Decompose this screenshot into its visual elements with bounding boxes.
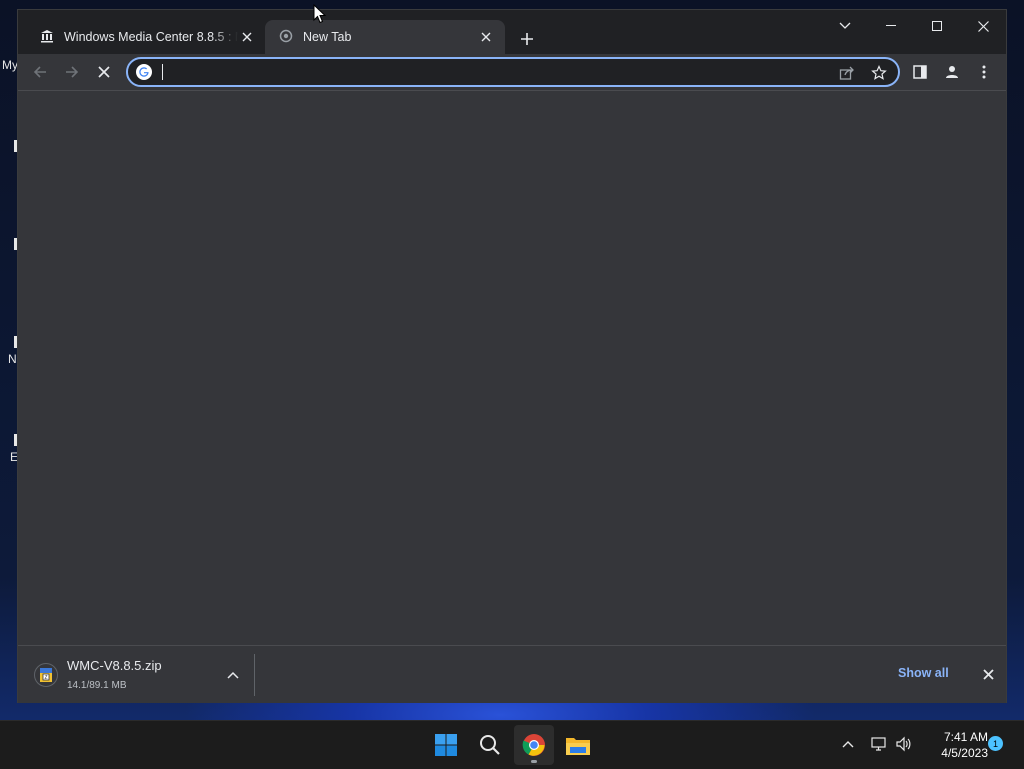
close-window-button[interactable]	[960, 10, 1006, 42]
more-vertical-icon	[982, 65, 986, 79]
minimize-icon	[886, 25, 896, 26]
minimize-button[interactable]	[868, 10, 914, 42]
desktop-icon-label[interactable]: My	[2, 58, 18, 72]
file-explorer-button[interactable]	[558, 725, 598, 765]
plus-icon	[521, 33, 533, 45]
browser-toolbar	[18, 54, 1006, 91]
tab-new-tab[interactable]: New Tab	[265, 20, 505, 54]
browser-window: Windows Media Center 8.8.5 : Mi New Tab	[18, 10, 1006, 703]
tab-title: Windows Media Center 8.8.5 : Mi	[64, 30, 238, 44]
download-item[interactable]: Z WMC-V8.8.5.zip 14.1/89.1 MB	[28, 654, 254, 696]
mouse-cursor-icon	[313, 4, 327, 24]
download-options-button[interactable]	[222, 664, 244, 686]
menu-button[interactable]	[970, 58, 998, 86]
close-icon	[98, 66, 110, 78]
close-icon	[982, 668, 994, 680]
svg-text:Z: Z	[44, 675, 47, 681]
tab-strip: Windows Media Center 8.8.5 : Mi New Tab	[18, 10, 1006, 54]
stop-loading-button[interactable]	[90, 58, 118, 86]
address-input[interactable]	[160, 62, 804, 84]
chrome-loading-icon	[279, 29, 293, 46]
start-button[interactable]	[426, 725, 466, 765]
profile-icon	[946, 66, 958, 78]
close-download-shelf-button[interactable]	[977, 663, 999, 685]
close-icon	[977, 20, 989, 32]
chevron-up-icon	[842, 741, 854, 748]
clock-date: 4/5/2023	[941, 746, 988, 760]
chrome-taskbar-button[interactable]	[514, 725, 554, 765]
show-all-downloads-link[interactable]: Show all	[898, 666, 949, 680]
page-content	[18, 91, 1006, 645]
file-explorer-icon	[566, 738, 590, 755]
tab-windows-media-center[interactable]: Windows Media Center 8.8.5 : Mi	[26, 20, 266, 54]
divider	[254, 654, 255, 696]
bookmark-star-icon[interactable]	[868, 62, 890, 84]
desktop-icon-label[interactable]: E	[10, 450, 18, 464]
system-clock[interactable]: 7:41 AM 4/5/2023	[918, 729, 988, 761]
download-progress-text: 14.1/89.1 MB	[67, 680, 127, 691]
download-shelf: Z WMC-V8.8.5.zip 14.1/89.1 MB Show all	[18, 645, 1006, 703]
windows-start-icon	[435, 734, 457, 756]
search-button[interactable]	[470, 725, 510, 765]
side-panel-icon	[913, 65, 927, 79]
text-caret	[162, 64, 163, 80]
download-filename: WMC-V8.8.5.zip	[67, 658, 162, 673]
chevron-up-icon	[227, 671, 239, 679]
share-icon[interactable]	[836, 62, 858, 84]
zip-file-icon: Z	[34, 662, 58, 688]
network-icon[interactable]	[868, 733, 890, 755]
chevron-down-icon	[839, 22, 851, 29]
desktop-icon-label[interactable]: N	[8, 352, 17, 366]
running-indicator	[531, 760, 537, 763]
side-panel-button[interactable]	[906, 58, 934, 86]
tab-search-button[interactable]	[822, 10, 868, 42]
google-icon	[136, 64, 152, 80]
tab-title: New Tab	[303, 30, 352, 44]
search-icon	[480, 735, 500, 755]
new-tab-button[interactable]	[515, 27, 539, 51]
close-icon[interactable]	[477, 28, 495, 46]
profile-button[interactable]	[938, 58, 966, 86]
archive-institution-icon	[40, 29, 54, 46]
close-icon[interactable]	[238, 28, 256, 46]
maximize-icon	[932, 21, 942, 31]
clock-time: 7:41 AM	[943, 730, 988, 744]
taskbar: 7:41 AM 4/5/2023	[0, 720, 1024, 769]
chrome-icon	[522, 734, 545, 756]
arrow-right-icon	[66, 66, 79, 78]
address-bar[interactable]	[126, 57, 900, 87]
forward-button[interactable]	[58, 58, 86, 86]
maximize-button[interactable]	[914, 10, 960, 42]
show-hidden-icons-button[interactable]	[837, 733, 859, 755]
notification-badge[interactable]: 1	[988, 736, 1003, 751]
back-button[interactable]	[26, 58, 54, 86]
volume-icon[interactable]	[893, 733, 915, 755]
arrow-left-icon	[33, 66, 46, 78]
